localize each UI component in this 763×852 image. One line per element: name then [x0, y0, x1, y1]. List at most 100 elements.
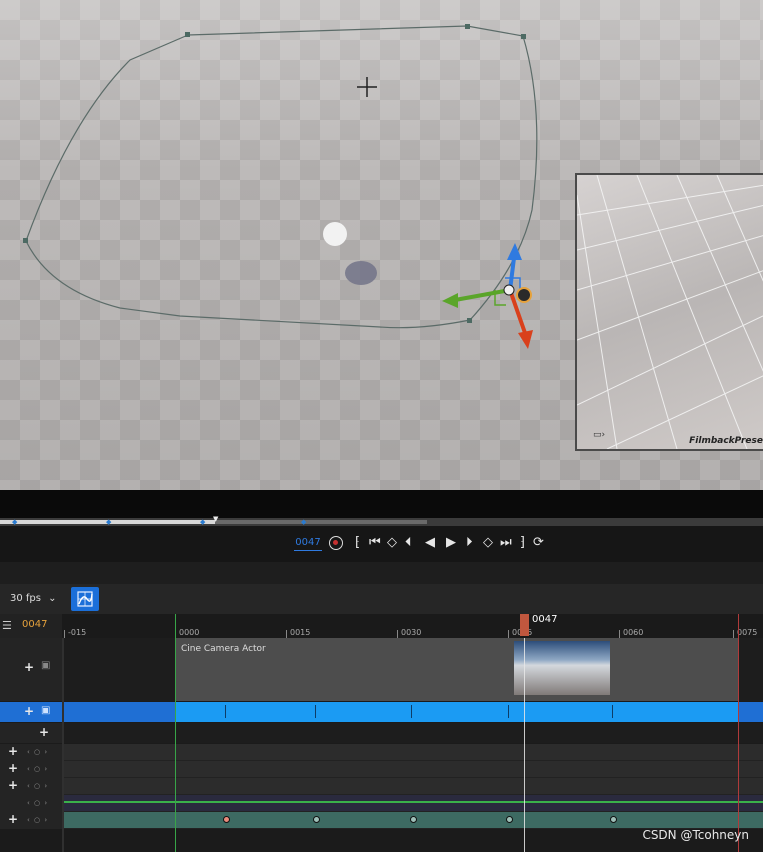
key-marker[interactable] [612, 705, 613, 718]
tick [619, 630, 620, 638]
header-divider[interactable] [62, 638, 64, 852]
curve-editor-icon [77, 591, 93, 607]
camera-icon: ▭› [593, 430, 606, 440]
camera-icon: ▣ [41, 705, 51, 716]
filmback-preset-label: FilmbackPrese [689, 436, 763, 446]
range-key-icon: ◆ [200, 518, 206, 526]
range-playhead-icon[interactable]: ▼ [213, 515, 218, 523]
transform-gizmo-icon[interactable] [442, 243, 533, 349]
next-key-icon[interactable]: ⏭ [500, 535, 512, 551]
property-lane[interactable] [64, 795, 763, 812]
time-ruler[interactable]: ☰ 0047 -015 0000 0015 0030 0045 0060 007… [0, 614, 763, 638]
property-lane[interactable] [64, 778, 763, 795]
property-track-header: + ‹ ○ › [0, 744, 62, 761]
shot-track-lane[interactable]: Cine Camera Actor [64, 638, 763, 701]
chevron-down-icon: ⌄ [48, 593, 57, 604]
add-key-button[interactable]: + [8, 778, 18, 792]
tick-label: 0060 [623, 628, 644, 637]
shot-section[interactable]: Cine Camera Actor [175, 638, 738, 701]
property-track-header: + ‹ ○ › [0, 761, 62, 778]
key-navigation-icon[interactable]: ‹ ○ › [27, 799, 48, 807]
add-key-button[interactable]: + [8, 761, 18, 775]
step-forward-icon[interactable]: ⏵ [466, 535, 473, 551]
jump-to-start-icon[interactable]: ⁅ [355, 535, 360, 551]
key-marker[interactable] [411, 705, 412, 718]
key-navigation-icon[interactable]: ‹ ○ › [27, 816, 48, 824]
tick [508, 630, 509, 638]
play-reverse-icon[interactable]: ◀ [425, 535, 435, 551]
property-track-header: + ‹ ○ › [0, 778, 62, 795]
tick [733, 630, 734, 638]
camera-cut-icon: ▣ [41, 660, 51, 671]
camera-track-lane[interactable] [64, 702, 763, 722]
camera-spline-path [25, 25, 538, 329]
tick-label: 0030 [401, 628, 422, 637]
spline-point[interactable] [467, 318, 472, 323]
spline-point[interactable] [23, 238, 28, 243]
range-key-icon: ◆ [12, 518, 18, 526]
crosshair-cursor-icon [357, 77, 377, 97]
keyframe-dot[interactable] [410, 816, 417, 823]
tick [286, 630, 287, 638]
sphere-object[interactable] [323, 222, 347, 246]
add-track-button[interactable]: + [39, 725, 49, 739]
previous-keyframe-icon[interactable]: ◇ [387, 535, 397, 551]
tick-label: 0000 [179, 628, 200, 637]
level-viewport[interactable]: ▭› FilmbackPrese [0, 0, 763, 490]
transport-controls: 0047 ⁅ ⏮ ◇ ⏴ ◀ ▶ ⏵ ◇ ⏭ ⁆ ⟳ [0, 526, 763, 562]
add-key-button[interactable]: + [8, 812, 18, 826]
watermark: CSDN @Tcohneyn [642, 828, 749, 842]
property-track-header: ‹ ○ › [0, 795, 62, 812]
previous-key-icon[interactable]: ⏮ [369, 535, 381, 551]
jump-to-end-icon[interactable]: ⁆ [520, 535, 525, 551]
framerate-dropdown[interactable]: 30 fps ⌄ [4, 590, 63, 608]
key-navigation-icon[interactable]: ‹ ○ › [27, 782, 48, 790]
camera-preview-panel: ▭› FilmbackPrese [575, 173, 763, 451]
start-marker-line[interactable] [175, 614, 176, 852]
add-key-button[interactable]: + [8, 744, 18, 758]
camera-track-header[interactable]: + ▣ [0, 702, 62, 722]
record-button[interactable] [329, 536, 343, 550]
spline-point[interactable] [521, 34, 526, 39]
panel-separator [0, 562, 763, 584]
key-marker[interactable] [315, 705, 316, 718]
key-navigation-icon[interactable]: ‹ ○ › [27, 748, 48, 756]
playhead-line [524, 638, 525, 852]
tick-label: -015 [68, 628, 87, 637]
camera-track-section[interactable] [175, 702, 738, 722]
sphere-shadow [345, 261, 377, 285]
empty-lane [64, 723, 763, 743]
spline-point[interactable] [185, 32, 190, 37]
key-marker[interactable] [225, 705, 226, 718]
keyframe-dot[interactable] [223, 816, 230, 823]
step-back-icon[interactable]: ⏴ [405, 535, 412, 551]
curve-editor-button[interactable] [71, 587, 99, 611]
focus-lane[interactable] [64, 812, 763, 829]
filter-icon[interactable]: ☰ [2, 619, 12, 632]
keyframe-dot[interactable] [313, 816, 320, 823]
spline-point[interactable] [465, 24, 470, 29]
play-forward-icon[interactable]: ▶ [446, 535, 456, 551]
ruler-header: ☰ 0047 [0, 614, 62, 638]
shot-thumbnail [514, 641, 610, 695]
tick [64, 630, 65, 638]
playhead-frame-label: 0047 [532, 614, 558, 625]
end-marker-line[interactable] [738, 614, 739, 852]
current-frame-field[interactable]: 0047 [294, 536, 322, 551]
playhead-handle[interactable] [520, 614, 529, 636]
property-lane[interactable] [64, 744, 763, 761]
loop-icon[interactable]: ⟳ [533, 535, 544, 551]
property-lane[interactable] [64, 761, 763, 778]
keyframe-dot[interactable] [610, 816, 617, 823]
sequencer-tracks: + ▣ Cine Camera Actor + ▣ + + ‹ ○ › + ‹ … [0, 638, 763, 852]
tick [397, 630, 398, 638]
add-track-button[interactable]: + [24, 660, 34, 674]
sequencer-toolbar: 30 fps ⌄ [0, 584, 763, 614]
add-track-button[interactable]: + [24, 704, 34, 718]
keyframe-dot[interactable] [506, 816, 513, 823]
next-keyframe-icon[interactable]: ◇ [483, 535, 493, 551]
playback-range-bar[interactable]: ◆ ◆ ◆ ◆ ▼ [0, 515, 763, 526]
key-navigation-icon[interactable]: ‹ ○ › [27, 765, 48, 773]
key-marker[interactable] [508, 705, 509, 718]
focus-track-header: + ‹ ○ › [0, 812, 62, 829]
